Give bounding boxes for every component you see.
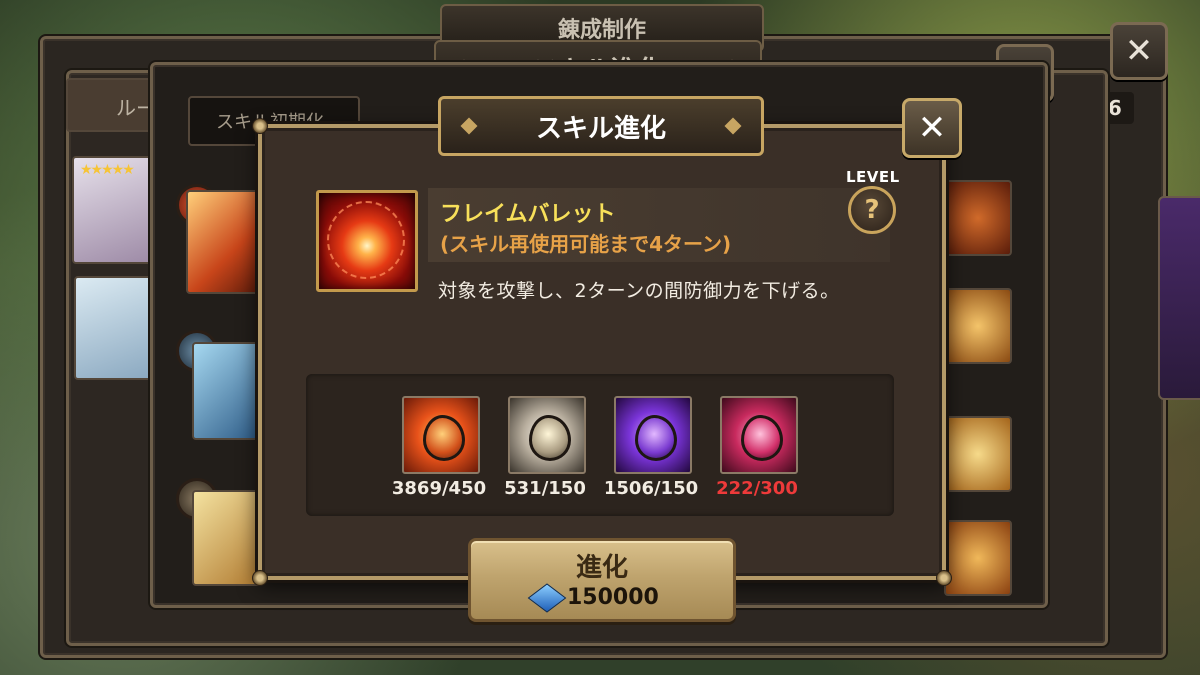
dialog-close-button[interactable]: ✕: [902, 98, 962, 158]
skill-name: フレイムバレット: [440, 202, 616, 227]
essence-stone-icon: [423, 415, 465, 461]
close-icon: ✕: [917, 108, 947, 148]
material-count: 3869/450: [391, 478, 487, 499]
corner-ornament: [252, 570, 268, 586]
evolve-button[interactable]: 進化 150000: [468, 538, 736, 622]
corner-ornament: [936, 570, 952, 586]
level-label: LEVEL: [846, 168, 900, 186]
diamond-icon: [460, 117, 478, 135]
dialog-title: スキル進化: [535, 113, 666, 144]
materials-panel: 3869/450 531/150 1506/150 222/300: [306, 374, 894, 516]
question-mark-icon: ?: [864, 195, 880, 225]
evolve-button-label: 進化: [575, 553, 628, 583]
skill-list-item[interactable]: [944, 520, 1012, 596]
mana-crystal-icon: [527, 582, 567, 613]
skill-list-item[interactable]: [192, 342, 264, 440]
dark-essence-icon: [614, 396, 692, 474]
corner-ornament: [252, 118, 268, 134]
light-essence-icon: [508, 396, 586, 474]
back-close-button[interactable]: ✕: [1110, 22, 1168, 80]
rune-ring-icon: [327, 201, 405, 279]
flame-bullet-skill-icon: [316, 190, 418, 292]
material-count: 531/150: [504, 478, 586, 499]
skill-list-item[interactable]: [944, 416, 1012, 492]
event-side-panel[interactable]: [1158, 196, 1200, 400]
hero-card[interactable]: [74, 276, 158, 380]
essence-stone-icon: [741, 415, 783, 461]
level-info-button[interactable]: ?: [848, 186, 896, 234]
material-count: 1506/150: [603, 478, 699, 499]
skill-cooldown: (スキル再使用可能まで4ターン): [440, 232, 732, 256]
essence-stone-icon: [529, 415, 571, 461]
star-rating-icon: ★★★★★: [80, 162, 135, 178]
evolve-cost: 150000: [527, 582, 659, 613]
skill-description: 対象を攻撃し、2ターンの間防御力を下げる。: [438, 280, 840, 302]
dialog-title-tab: スキル進化: [438, 96, 764, 156]
skill-info-banner: フレイムバレット (スキル再使用可能まで4ターン): [428, 188, 890, 262]
skill-evolve-dialog: フレイムバレット (スキル再使用可能まで4ターン) LEVEL ? 対象を攻撃し…: [252, 118, 952, 586]
diamond-icon: [724, 117, 742, 135]
material-count-insufficient: 222/300: [716, 478, 798, 499]
evolve-cost-value: 150000: [567, 585, 659, 610]
skill-list-item[interactable]: [944, 288, 1012, 364]
hero-card[interactable]: ★★★★★: [72, 156, 158, 264]
fire-essence-icon: [402, 396, 480, 474]
skill-list-item[interactable]: [186, 190, 264, 294]
magic-essence-icon: [720, 396, 798, 474]
essence-stone-icon: [635, 415, 677, 461]
skill-list-item[interactable]: [944, 180, 1012, 256]
